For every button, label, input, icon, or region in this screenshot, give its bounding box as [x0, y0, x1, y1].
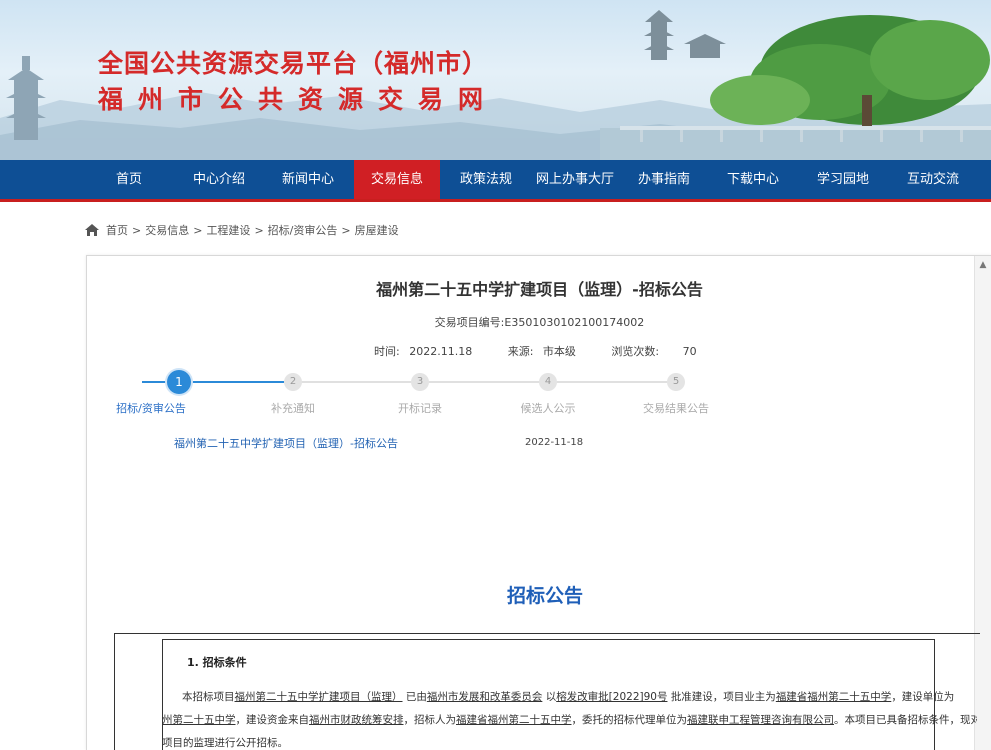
nav-item-home[interactable]: 首页	[84, 160, 174, 199]
para-text-1: 已由	[405, 691, 427, 703]
para-text-8: 。本项目已具备招标条件，现对该	[834, 714, 977, 726]
para-text-3: 批准建设，项目业主为	[670, 691, 776, 703]
step-5-marker[interactable]: 5	[667, 373, 685, 391]
breadcrumb-tender-notice[interactable]: 招标/资审公告	[268, 222, 338, 238]
article-title: 福州第二十五中学扩建项目（监理）-招标公告	[376, 280, 703, 299]
time-value: 2022.11.18	[409, 345, 473, 358]
paragraph-line-1: 本招标项目福州第二十五中学扩建项目（监理） 已由福州市发展和改革委员会 以榕发改…	[162, 686, 977, 709]
nav-item-interaction[interactable]: 互动交流	[888, 160, 978, 199]
nav-item-news[interactable]: 新闻中心	[264, 160, 352, 199]
breadcrumb-separator: >	[254, 223, 264, 237]
site-title-line1: 全国公共资源交易平台（福州市）	[98, 49, 489, 78]
article-meta: 时间: 2022.11.18 来源: 市本级 浏览次数: 70	[374, 343, 703, 359]
site-title-line2: 福州市公共资源交易网	[98, 85, 499, 114]
para-lead: 本招标项目	[182, 691, 235, 703]
nav-item-online-hall[interactable]: 网上办事大厅	[530, 160, 620, 199]
step-4-label[interactable]: 候选人公示	[521, 400, 576, 416]
para-tenderer: 福建省福州第二十五中学	[456, 714, 572, 726]
main-nav: 首页 中心介绍 新闻中心 交易信息 政策法规 网上办事大厅 办事指南 下载中心 …	[0, 160, 991, 202]
breadcrumb-housing[interactable]: 房屋建设	[355, 222, 399, 238]
breadcrumb-separator: >	[132, 223, 142, 237]
project-code: 交易项目编号:E3501030102100174002	[434, 316, 645, 329]
section-1-title: 1. 招标条件	[187, 656, 247, 669]
nav-item-guide[interactable]: 办事指南	[620, 160, 708, 199]
breadcrumb-separator: >	[193, 223, 203, 237]
para-builder: 州第二十五中学	[162, 714, 236, 726]
site-banner: 全国公共资源交易平台（福州市） 福州市公共资源交易网	[0, 0, 991, 160]
para-text-6: ，招标人为	[403, 714, 457, 726]
nav-item-policy[interactable]: 政策法规	[442, 160, 530, 199]
source-value: 市本级	[542, 345, 576, 358]
article-panel: ▲ 福州第二十五中学扩建项目（监理）-招标公告 交易项目编号:E35010301…	[86, 255, 991, 750]
step-3-marker[interactable]: 3	[411, 373, 429, 391]
time-label: 时间:	[374, 345, 400, 358]
para-text-4: ，建设单位为	[891, 691, 955, 703]
breadcrumb: 首页 > 交易信息 > 工程建设 > 招标/资审公告 > 房屋建设	[84, 222, 399, 238]
paragraph-line-3: 项目的监理进行公开招标。	[162, 737, 288, 749]
step-3-label[interactable]: 开标记录	[398, 400, 442, 416]
para-owner: 福建省福州第二十五中学	[775, 691, 892, 703]
breadcrumb-home[interactable]: 首页	[106, 222, 128, 238]
views-value: 70	[682, 345, 697, 358]
breadcrumb-trade-info[interactable]: 交易信息	[145, 222, 189, 238]
nav-item-learning[interactable]: 学习园地	[798, 160, 888, 199]
views-label: 浏览次数:	[611, 345, 660, 358]
step-1-marker[interactable]: 1	[167, 370, 191, 394]
step-2-marker[interactable]: 2	[284, 373, 302, 391]
step-1-label[interactable]: 招标/资审公告	[116, 400, 186, 416]
notice-list-link[interactable]: 福州第二十五中学扩建项目（监理）-招标公告	[174, 435, 398, 451]
step-5-label[interactable]: 交易结果公告	[643, 400, 709, 416]
step-2-label[interactable]: 补充通知	[271, 400, 315, 416]
step-connector	[284, 381, 677, 383]
para-approver: 福州市发展和改革委员会	[426, 691, 543, 703]
para-fund: 福州市财政统筹安排	[309, 714, 404, 726]
breadcrumb-engineering[interactable]: 工程建设	[206, 222, 250, 238]
progress-steps: 1 2 3 4 5 招标/资审公告 补充通知 开标记录 候选人公示 交易结果公告	[87, 366, 991, 416]
para-project: 福州第二十五中学扩建项目（监理）	[234, 691, 403, 703]
nav-item-about[interactable]: 中心介绍	[174, 160, 264, 199]
scroll-up-arrow-icon[interactable]: ▲	[975, 260, 991, 274]
document-heading: 招标公告	[506, 585, 583, 607]
step-4-marker[interactable]: 4	[539, 373, 557, 391]
section-1-paragraph: 本招标项目福州第二十五中学扩建项目（监理） 已由福州市发展和改革委员会 以榕发改…	[162, 686, 977, 750]
para-text-7: ，委托的招标代理单位为	[571, 714, 688, 726]
paragraph-line-2: 州第二十五中学，建设资金来自福州市财政统筹安排，招标人为福建省福州第二十五中学，…	[162, 709, 977, 732]
breadcrumb-separator: >	[341, 223, 351, 237]
notice-list-date: 2022-11-18	[525, 437, 584, 448]
para-agent: 福建联申工程管理咨询有限公司	[687, 714, 834, 726]
para-approval-doc: 榕发改审批[2022]90号	[556, 691, 668, 703]
para-text-2: 以	[545, 691, 557, 703]
para-text-5: ，建设资金来自	[235, 714, 310, 726]
step-connector-active	[142, 381, 284, 383]
source-label: 来源:	[507, 345, 534, 358]
nav-item-download[interactable]: 下载中心	[708, 160, 798, 199]
nav-item-trade-info[interactable]: 交易信息	[354, 160, 440, 199]
home-icon[interactable]	[84, 223, 100, 237]
